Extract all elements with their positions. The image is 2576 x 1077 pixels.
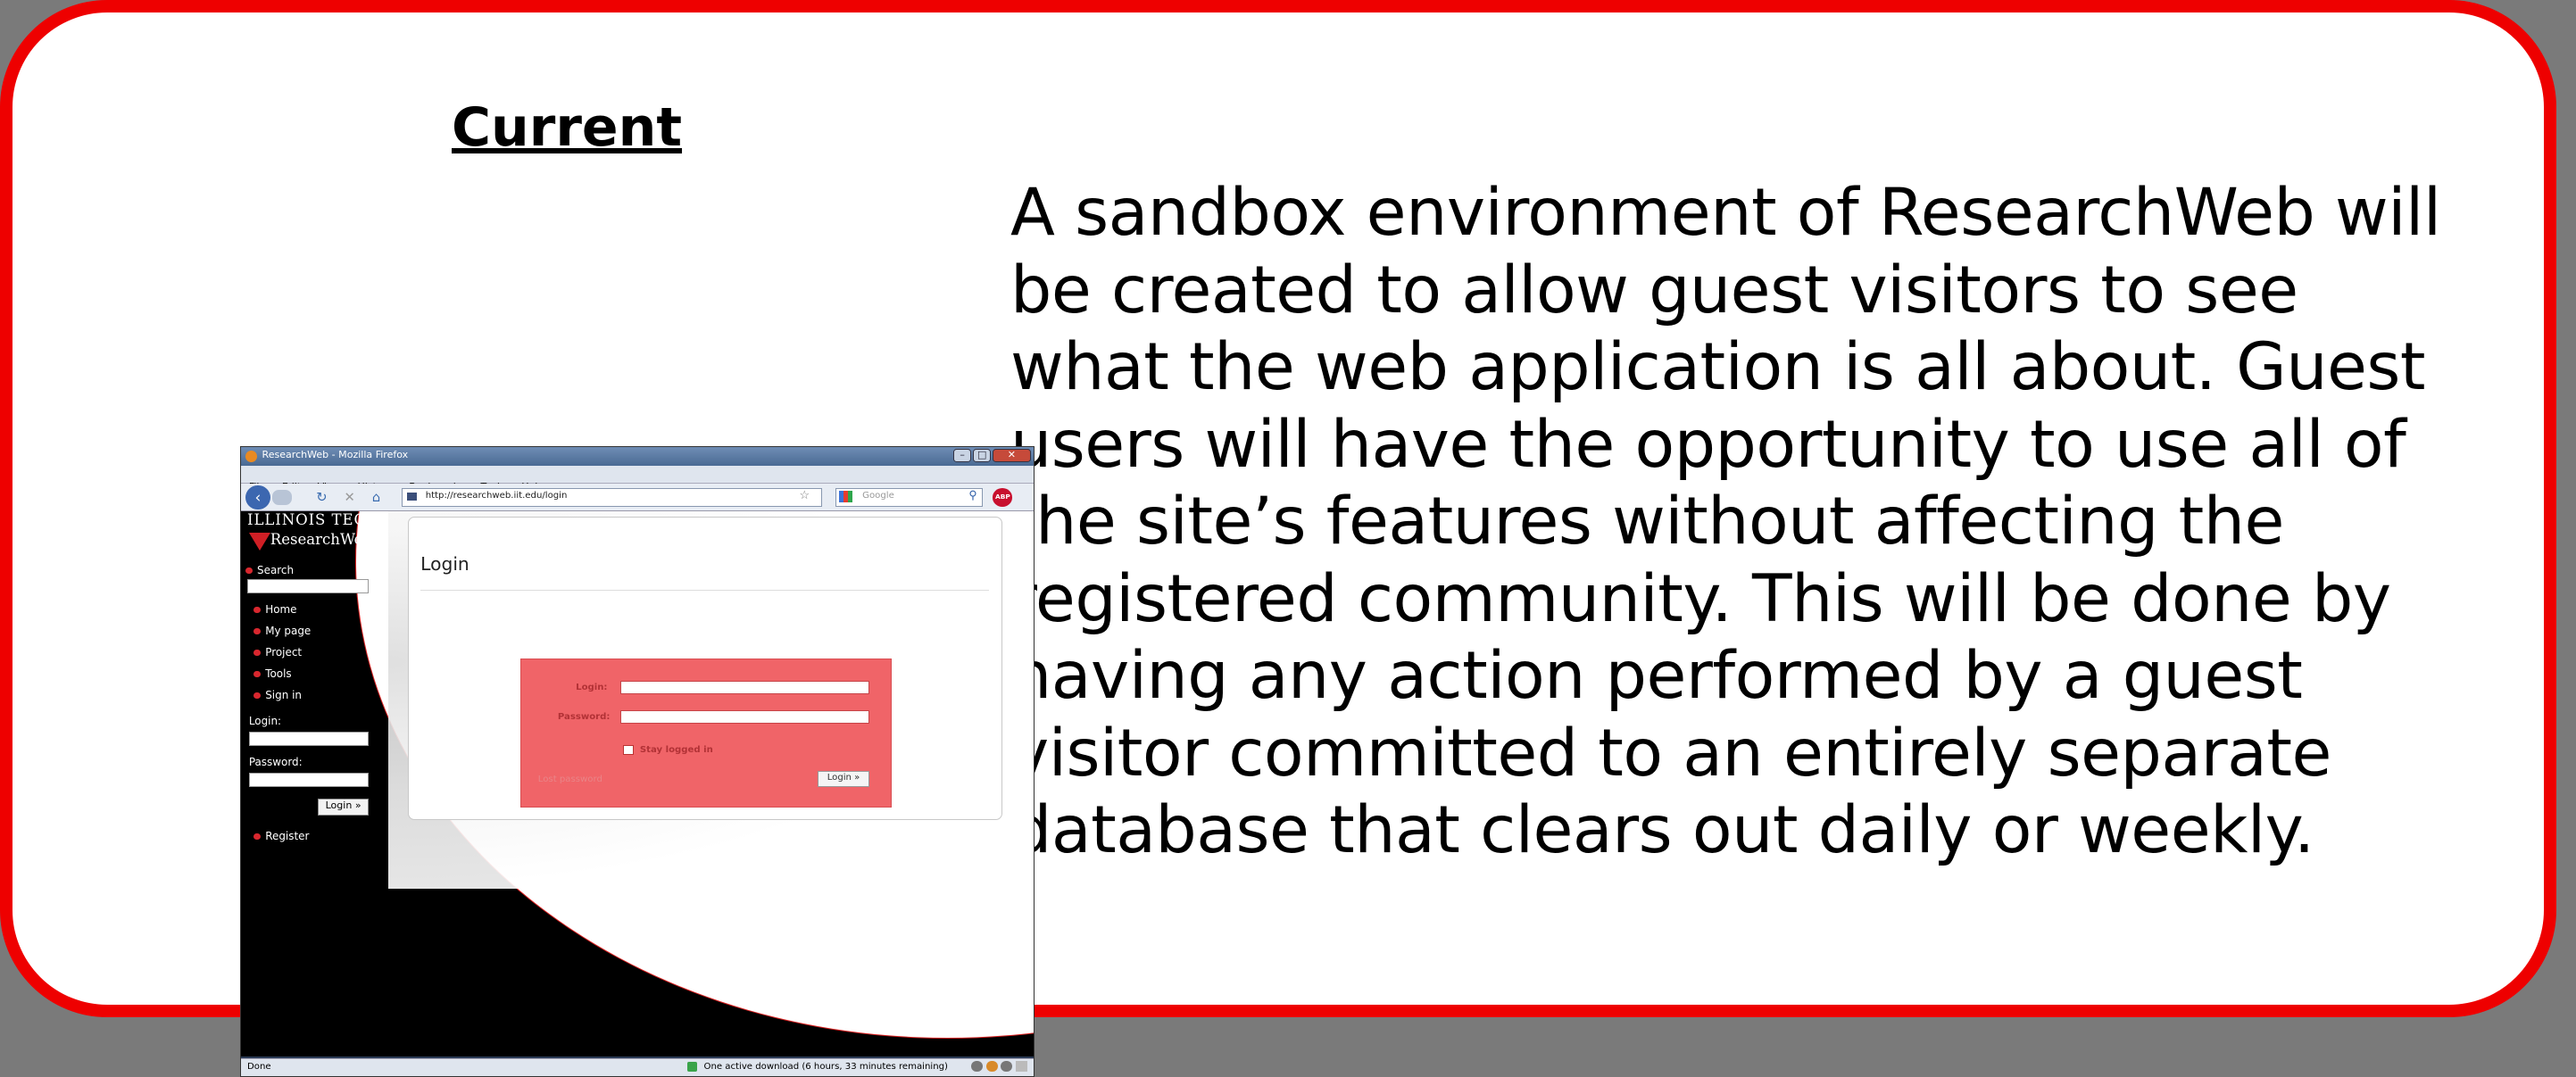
download-status[interactable]: One active download (6 hours, 33 minutes…	[704, 1059, 948, 1075]
maximize-button[interactable]: □	[973, 449, 992, 463]
sidebar-item-project[interactable]: Project	[253, 646, 302, 659]
sidebar-item-register[interactable]: Register	[253, 830, 309, 842]
sidebar-login-label: Login:	[248, 715, 282, 728]
sidebar-item-home[interactable]: Home	[253, 603, 297, 616]
site-favicon	[407, 493, 418, 501]
navigation-toolbar: ‹ ↻ ✕ ⌂ http://researchweb.iit.edu/login…	[240, 483, 1035, 512]
panel-divider	[420, 589, 989, 591]
description-line: what the web application is all about. G…	[1010, 329, 2426, 405]
status-icons	[968, 1060, 1027, 1076]
description-line: users will have the opportunity to use a…	[1010, 406, 2406, 483]
password-input[interactable]	[619, 710, 870, 724]
login-form: Login: Password: Stay logged in Lost pas…	[520, 658, 893, 808]
menu-bar: File Edit View History Bookmarks Tools H…	[240, 465, 1035, 493]
description-line: having any action performed by a guest	[1010, 638, 2303, 714]
description-line: visitor committed to an entirely separat…	[1010, 715, 2331, 791]
settings-icon[interactable]	[1001, 1060, 1013, 1073]
stay-logged-in-label: Stay logged in	[639, 744, 713, 755]
browser-screenshot: ResearchWeb - Mozilla Firefox – □ ✕ File…	[239, 446, 1035, 1077]
description-line: be created to allow guest visitors to se…	[1010, 252, 2298, 328]
google-icon	[839, 491, 853, 503]
page-content: ILLINOIS TECH ResearchWeb Search Home My…	[240, 511, 1035, 1057]
slide-heading: Current	[452, 96, 683, 159]
bullet-icon	[253, 649, 261, 657]
password-label: Password:	[557, 711, 611, 722]
description-line: A sandbox environment of ResearchWeb wil…	[1010, 175, 2441, 251]
description-line: the site’s features without affecting th…	[1010, 484, 2284, 559]
description-text: A sandbox environment of ResearchWeb wil…	[1010, 175, 2528, 870]
bullet-icon	[253, 670, 261, 678]
firefox-icon	[245, 451, 258, 463]
search-placeholder: Google	[862, 491, 894, 501]
firebug-icon[interactable]	[985, 1060, 998, 1073]
address-bar[interactable]: http://researchweb.iit.edu/login ☆	[401, 488, 822, 507]
sidebar-item-tools[interactable]: Tools	[253, 667, 292, 680]
login-input[interactable]	[619, 680, 870, 694]
status-bar: Done One active download (6 hours, 33 mi…	[240, 1057, 1035, 1077]
bullet-icon	[253, 627, 261, 635]
sidebar-item-sign-in[interactable]: Sign in	[253, 689, 302, 701]
panel-title: Login	[420, 553, 469, 576]
login-label: Login:	[576, 682, 608, 692]
status-text: Done	[246, 1061, 271, 1072]
sidebar-password-input[interactable]	[248, 772, 370, 788]
lost-password-link[interactable]: Lost password	[538, 775, 602, 784]
sidebar-search-input[interactable]	[246, 578, 370, 594]
resize-grip-icon	[1015, 1060, 1027, 1073]
search-box[interactable]: Google ⚲	[835, 488, 984, 507]
login-button[interactable]: Login »	[817, 771, 870, 788]
logo-triangle-icon	[248, 533, 270, 551]
description-line: database that clears out daily or weekly…	[1010, 792, 2314, 868]
address-text: http://researchweb.iit.edu/login	[425, 491, 568, 501]
adblock-icon[interactable]: ABP	[993, 488, 1013, 507]
download-icon	[687, 1062, 698, 1073]
bullet-icon	[253, 607, 261, 614]
close-button[interactable]: ✕	[993, 449, 1031, 463]
addon-icon[interactable]	[971, 1060, 984, 1073]
reload-icon[interactable]: ↻	[316, 484, 327, 511]
brand-illinois-tech: ILLINOIS TECH	[246, 511, 380, 529]
brand-researchweb: ResearchWeb	[270, 531, 373, 549]
back-arrow-icon[interactable]: ‹	[245, 485, 270, 510]
stay-logged-in-checkbox[interactable]	[623, 744, 634, 755]
search-icon[interactable]: ⚲	[968, 489, 976, 504]
forward-arrow-icon[interactable]	[271, 490, 292, 505]
sidebar-login-button[interactable]: Login »	[318, 799, 370, 816]
bullet-icon	[253, 692, 261, 700]
sidebar-login-input[interactable]	[248, 731, 370, 747]
browser-titlebar: ResearchWeb - Mozilla Firefox – □ ✕	[240, 447, 1035, 466]
home-icon[interactable]: ⌂	[372, 484, 380, 511]
minimize-button[interactable]: –	[953, 449, 972, 463]
stop-icon[interactable]: ✕	[345, 484, 355, 511]
bullet-icon	[245, 567, 253, 575]
bullet-icon	[253, 833, 261, 841]
login-panel: Login Login: Password: Stay logged in Lo…	[408, 516, 1003, 821]
description-line: registered community. This will be done …	[1010, 560, 2391, 637]
sidebar-search-label: Search	[245, 564, 294, 576]
bookmark-star-icon[interactable]: ☆	[800, 489, 810, 504]
window-title: ResearchWeb - Mozilla Firefox	[262, 449, 409, 461]
sidebar-password-label: Password:	[248, 756, 303, 769]
sidebar-item-my-page[interactable]: My page	[253, 625, 311, 637]
